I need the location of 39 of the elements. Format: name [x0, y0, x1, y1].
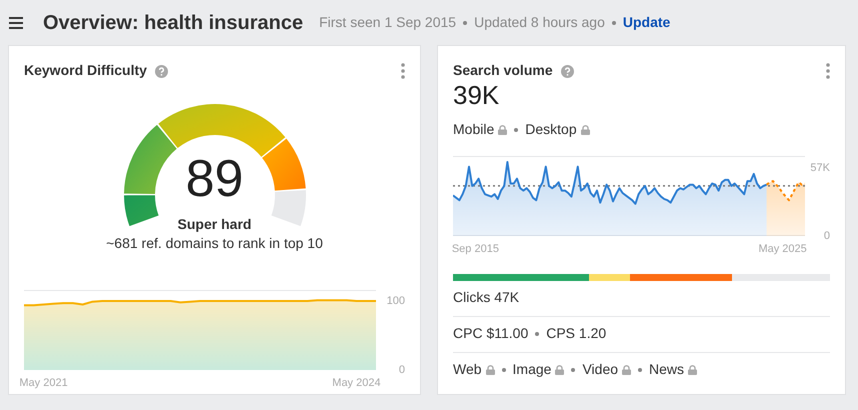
first-seen-text: First seen 1 Sep 2015 [319, 13, 456, 32]
axis-label: May 2025 [758, 242, 807, 256]
card-title: Keyword Difficulty [24, 61, 147, 80]
axis-label: 57K [810, 160, 830, 175]
more-options-icon[interactable] [401, 63, 405, 80]
cps-text: CPS 1.20 [546, 324, 606, 343]
card-title: Search volume [453, 61, 553, 80]
cpc-text: CPC $11.00 [453, 324, 528, 343]
menu-icon[interactable] [9, 16, 23, 28]
label-text: News [649, 360, 684, 379]
label-text: Mobile [453, 120, 494, 139]
label-text: Web [453, 360, 482, 379]
separator-dot [612, 20, 616, 24]
axis-label: 0 [398, 363, 405, 377]
updated-text: Updated 8 hours ago [474, 13, 605, 32]
difficulty-note: ~681 ref. domains to rank in top 10 [106, 234, 323, 253]
separator-dot [571, 368, 576, 372]
update-link[interactable]: Update [622, 12, 670, 33]
axis-label: May 2021 [19, 376, 68, 390]
axis-label: May 2024 [332, 376, 381, 390]
axis-label: 100 [386, 294, 405, 308]
axis-label: 0 [824, 229, 830, 243]
separator-dot [638, 368, 642, 372]
label-text: Desktop [525, 120, 577, 139]
separator-dot [514, 128, 518, 132]
label-text: Video [582, 360, 618, 379]
label-text: Image [512, 360, 552, 379]
help-icon[interactable] [154, 64, 168, 78]
difficulty-score: 89 [184, 153, 244, 205]
separator-dot [463, 20, 468, 24]
search-volume-value: 39K [453, 80, 500, 110]
separator-dot [502, 368, 506, 372]
clicks-text: Clicks 47K [453, 289, 520, 305]
more-options-icon[interactable] [826, 63, 830, 80]
difficulty-label: Super hard [176, 215, 252, 234]
page-title: Overview: health insurance [43, 10, 304, 36]
separator-dot [535, 332, 540, 336]
help-icon[interactable] [560, 64, 574, 78]
axis-label: Sep 2015 [452, 242, 499, 256]
